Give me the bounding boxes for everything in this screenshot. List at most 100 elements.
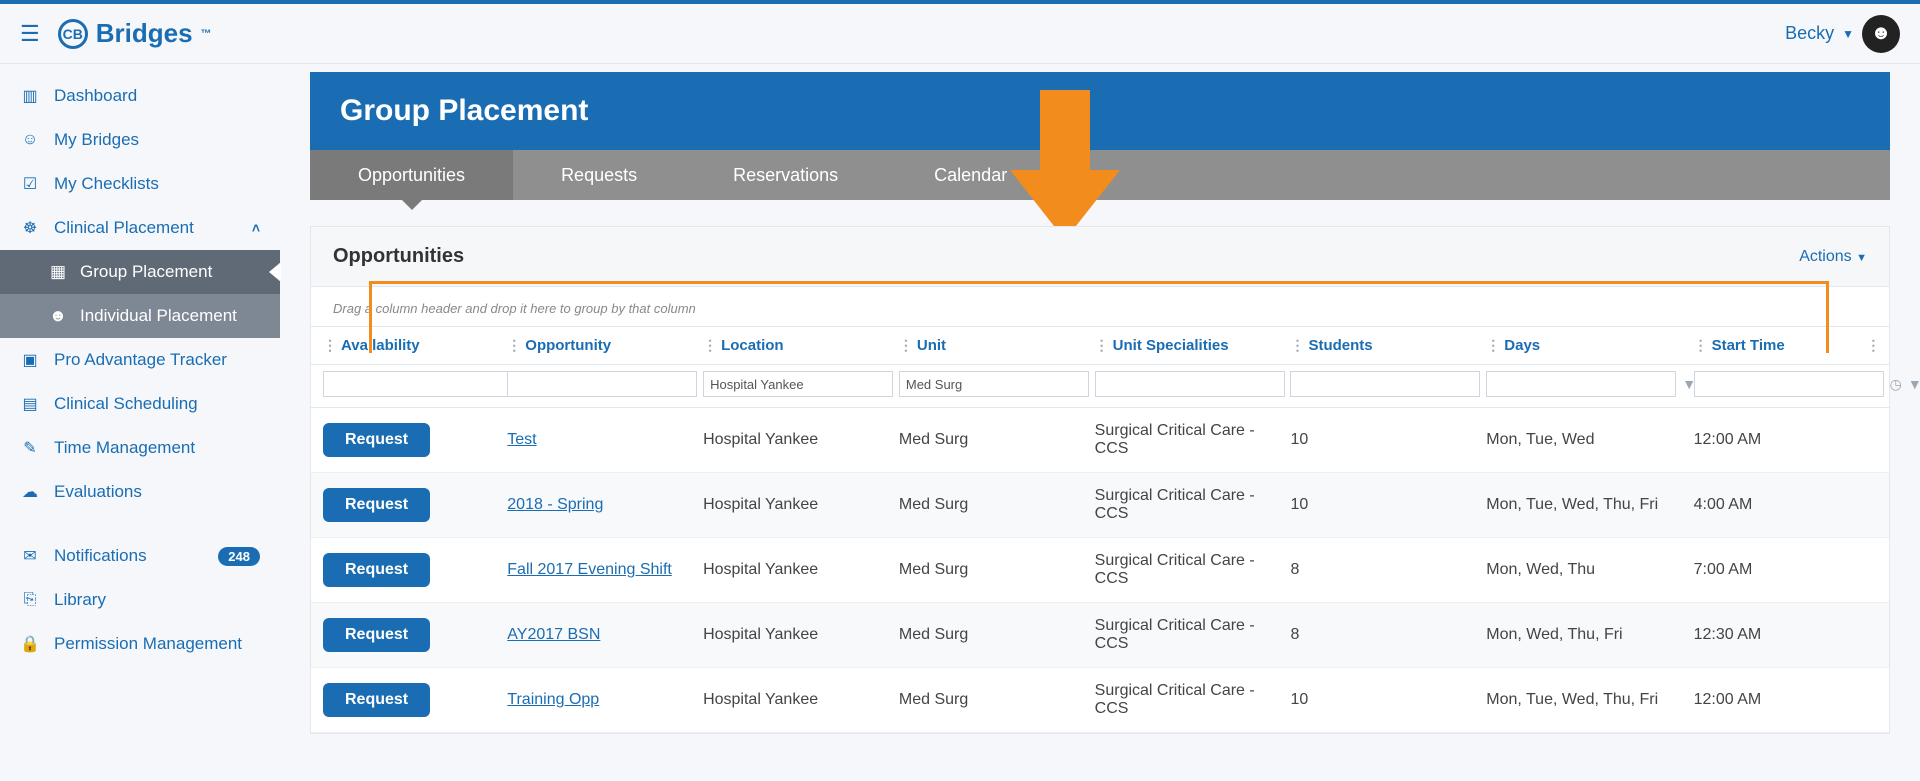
sidebar-item-label: My Checklists — [54, 174, 159, 194]
cell-students: 10 — [1278, 473, 1474, 538]
opportunity-link[interactable]: AY2017 BSN — [507, 626, 600, 643]
sidebar-item-notifications[interactable]: ✉ Notifications 248 — [0, 534, 280, 578]
bar-chart-icon: ▥ — [20, 86, 40, 106]
cell-unit: Med Surg — [887, 668, 1083, 733]
cell-start-time: 7:00 AM — [1682, 538, 1855, 603]
column-header-unit[interactable]: ⋮Unit — [887, 327, 1083, 365]
table-row: Request 2018 - Spring Hospital Yankee Me… — [311, 473, 1889, 538]
sidebar-item-evaluations[interactable]: ☁ Evaluations — [0, 470, 280, 514]
filter-start-time[interactable] — [1694, 371, 1884, 397]
avatar: ☻ — [1862, 15, 1900, 53]
cell-location: Hospital Yankee — [691, 668, 887, 733]
sidebar-item-label: Clinical Placement — [54, 218, 194, 238]
sidebar-item-label: Evaluations — [54, 482, 142, 502]
sidebar-item-label: Dashboard — [54, 86, 137, 106]
sidebar-item-library[interactable]: ⎘ Library — [0, 578, 280, 622]
brand-logo[interactable]: CB Bridges™ — [58, 18, 212, 49]
sidebar-item-permission-management[interactable]: 🔒 Permission Management — [0, 622, 280, 666]
sidebar-subitem-group-placement[interactable]: ▦ Group Placement — [0, 250, 280, 294]
tab-opportunities[interactable]: Opportunities — [310, 150, 513, 200]
drag-handle-icon[interactable]: ⋮ — [1290, 337, 1304, 353]
drag-handle-icon[interactable]: ⋮ — [703, 337, 717, 353]
tab-requests[interactable]: Requests — [513, 150, 685, 200]
sidebar-item-label: Clinical Scheduling — [54, 394, 198, 414]
envelope-icon: ✉ — [20, 546, 40, 566]
actions-menu[interactable]: Actions ▼ — [1799, 248, 1867, 266]
opportunity-link[interactable]: Training Opp — [507, 691, 599, 708]
tab-calendar[interactable]: Calendar — [886, 150, 1055, 200]
brand-name: Bridges — [96, 18, 193, 49]
sidebar-item-label: Library — [54, 590, 106, 610]
column-header-days[interactable]: ⋮Days — [1474, 327, 1681, 365]
column-header-students[interactable]: ⋮Students — [1278, 327, 1474, 365]
filter-days[interactable] — [1486, 371, 1676, 397]
column-header-opportunity[interactable]: ⋮Opportunity — [495, 327, 691, 365]
column-header-unit-specialities[interactable]: ⋮Unit Specialities — [1083, 327, 1279, 365]
sidebar-item-label: My Bridges — [54, 130, 139, 150]
opportunity-link[interactable]: 2018 - Spring — [507, 496, 603, 513]
filter-location[interactable] — [703, 371, 893, 397]
cell-unit: Med Surg — [887, 603, 1083, 668]
cell-unit-specialities: Surgical Critical Care - CCS — [1083, 473, 1279, 538]
drag-handle-icon[interactable]: ⋮ — [1694, 337, 1708, 353]
request-button[interactable]: Request — [323, 553, 430, 587]
cell-start-time: 12:00 AM — [1682, 408, 1855, 473]
drag-handle-icon[interactable]: ⋮ — [1095, 337, 1109, 353]
cell-location: Hospital Yankee — [691, 473, 887, 538]
request-button[interactable]: Request — [323, 683, 430, 717]
sidebar-item-time-management[interactable]: ✎ Time Management — [0, 426, 280, 470]
drag-handle-icon[interactable]: ⋮ — [899, 337, 913, 353]
request-button[interactable]: Request — [323, 423, 430, 457]
cell-days: Mon, Tue, Wed, Thu, Fri — [1474, 668, 1681, 733]
filter-availability[interactable] — [323, 371, 513, 397]
opportunity-link[interactable]: Fall 2017 Evening Shift — [507, 561, 672, 578]
filter-opportunity[interactable] — [507, 371, 697, 397]
hamburger-icon[interactable]: ☰ — [20, 21, 40, 47]
column-header-location[interactable]: ⋮Location — [691, 327, 887, 365]
drag-handle-icon[interactable]: ⋮ — [507, 337, 521, 353]
notification-badge: 248 — [218, 547, 260, 566]
column-header-availability[interactable]: ⋮Availability — [311, 327, 495, 365]
user-plus-icon: ☸ — [20, 218, 40, 238]
column-header-more[interactable]: ⋮ — [1854, 327, 1889, 365]
sidebar-item-pro-advantage-tracker[interactable]: ▣ Pro Advantage Tracker — [0, 338, 280, 382]
filter-unit-specialities[interactable] — [1095, 371, 1285, 397]
filter-icon[interactable]: ▼ — [1908, 376, 1920, 392]
user-menu[interactable]: Becky ▼ ☻ — [1785, 15, 1900, 53]
cell-location: Hospital Yankee — [691, 538, 887, 603]
map-icon: ▣ — [20, 350, 40, 370]
sidebar-item-my-checklists[interactable]: ☑ My Checklists — [0, 162, 280, 206]
chat-icon: ☁ — [20, 482, 40, 502]
calendar-icon: ▤ — [20, 394, 40, 414]
cell-days: Mon, Wed, Thu — [1474, 538, 1681, 603]
sidebar-item-clinical-scheduling[interactable]: ▤ Clinical Scheduling — [0, 382, 280, 426]
drag-handle-icon[interactable]: ⋮ — [1486, 337, 1500, 353]
filter-students[interactable] — [1290, 371, 1480, 397]
drag-handle-icon: ⋮ — [1866, 337, 1880, 353]
sidebar-item-clinical-placement[interactable]: ☸ Clinical Placement ˄ — [0, 206, 280, 250]
request-button[interactable]: Request — [323, 618, 430, 652]
filter-unit[interactable] — [899, 371, 1089, 397]
sidebar-item-my-bridges[interactable]: ☺ My Bridges — [0, 118, 280, 162]
opportunity-link[interactable]: Test — [507, 431, 536, 448]
group-by-hint[interactable]: Drag a column header and drop it here to… — [311, 287, 1889, 327]
table-row: Request Test Hospital Yankee Med Surg Su… — [311, 408, 1889, 473]
request-button[interactable]: Request — [323, 488, 430, 522]
cell-location: Hospital Yankee — [691, 603, 887, 668]
drag-handle-icon[interactable]: ⋮ — [323, 337, 337, 353]
user-name: Becky — [1785, 23, 1834, 44]
cell-start-time: 12:00 AM — [1682, 668, 1855, 733]
cell-students: 8 — [1278, 538, 1474, 603]
sidebar-item-label: Permission Management — [54, 634, 242, 654]
column-header-start-time[interactable]: ⋮Start Time — [1682, 327, 1855, 365]
clock-icon[interactable]: ◷ — [1890, 376, 1902, 393]
person-icon: ☻ — [48, 306, 68, 326]
opportunities-table: ⋮Availability⋮Opportunity⋮Location⋮Unit⋮… — [311, 327, 1889, 733]
sidebar-item-dashboard[interactable]: ▥ Dashboard — [0, 74, 280, 118]
sidebar-subitem-individual-placement[interactable]: ☻ Individual Placement — [0, 294, 280, 338]
sidebar-item-label: Group Placement — [80, 262, 212, 282]
cell-days: Mon, Tue, Wed — [1474, 408, 1681, 473]
group-icon: ▦ — [48, 262, 68, 282]
tab-reservations[interactable]: Reservations — [685, 150, 886, 200]
cell-unit-specialities: Surgical Critical Care - CCS — [1083, 603, 1279, 668]
